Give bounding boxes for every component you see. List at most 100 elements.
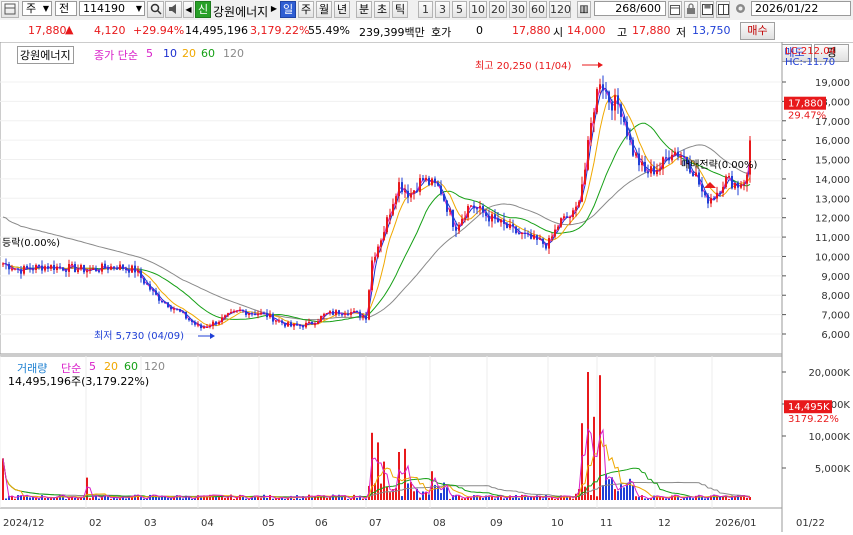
volume-bar xyxy=(620,484,622,500)
candle-body xyxy=(533,235,535,239)
candle-body xyxy=(104,263,106,269)
candle-body xyxy=(92,268,94,270)
x-tick-label: 08 xyxy=(433,518,446,529)
volume-bar xyxy=(125,498,127,500)
layout-menu-icon[interactable] xyxy=(1,1,19,18)
period-3[interactable]: 3 xyxy=(435,1,450,18)
market-select[interactable]: 주 ▼ xyxy=(22,1,52,16)
candle-body xyxy=(608,91,610,103)
candle-body xyxy=(389,214,391,218)
volume-bar xyxy=(362,498,364,500)
period-1[interactable]: 1 xyxy=(418,1,433,18)
x-tick-label: 05 xyxy=(262,518,275,529)
volume-bar xyxy=(182,498,184,500)
code-type-value: 전 xyxy=(59,2,70,15)
tab-tick[interactable]: 틱 xyxy=(392,1,408,18)
candle-body xyxy=(425,177,427,181)
candle-body xyxy=(113,266,115,268)
chart-canvas[interactable]: 19,00018,00017,00016,00015,00014,00013,0… xyxy=(0,41,853,532)
volume-bar xyxy=(548,497,550,500)
period-60[interactable]: 60 xyxy=(529,1,547,18)
price-legend-name[interactable]: 강원에너지 xyxy=(17,46,74,64)
candle-body xyxy=(359,311,361,318)
buy-button[interactable]: 매수 xyxy=(740,22,775,40)
candle-body xyxy=(644,161,646,172)
volume-bar xyxy=(635,496,637,500)
speaker-icon[interactable] xyxy=(165,1,182,18)
volume-bar xyxy=(140,497,142,500)
volume-bar xyxy=(269,494,271,500)
current-price-label: 17,880 xyxy=(788,99,823,110)
left-arrow-icon[interactable]: ◀ xyxy=(183,1,194,18)
volume-bar xyxy=(545,495,547,500)
candle-body xyxy=(722,187,724,193)
candle-body xyxy=(404,190,406,193)
period-10[interactable]: 10 xyxy=(469,1,487,18)
candle-body xyxy=(518,233,520,235)
candle-body xyxy=(71,264,73,266)
volume-bar xyxy=(572,498,574,500)
tab-year[interactable]: 년 xyxy=(334,1,350,18)
candle-body xyxy=(746,174,748,184)
save-icon[interactable] xyxy=(700,1,714,18)
candle-body xyxy=(437,183,439,186)
calendar-icon[interactable] xyxy=(668,1,682,18)
candle-body xyxy=(362,315,364,318)
volume-bar xyxy=(719,496,721,500)
right-arrow-icon[interactable]: ▶ xyxy=(270,1,278,18)
tab-week[interactable]: 주 xyxy=(298,1,314,18)
lock-icon[interactable] xyxy=(684,1,698,18)
candle-body xyxy=(368,290,370,320)
candle-body xyxy=(35,264,37,270)
period-120[interactable]: 120 xyxy=(549,1,571,18)
volume-bar xyxy=(410,482,412,500)
candle-body xyxy=(302,325,304,328)
candle-body xyxy=(233,311,235,313)
candle-body xyxy=(326,313,328,315)
volume-bar xyxy=(356,497,358,500)
volume-bar xyxy=(224,498,226,500)
chart-type-icon[interactable]: ▥ xyxy=(577,1,591,18)
code-type-select[interactable]: 전 xyxy=(55,1,77,16)
candle-body xyxy=(461,218,463,225)
candle-body xyxy=(728,175,730,177)
candle-body xyxy=(296,323,298,326)
tab-month[interactable]: 월 xyxy=(316,1,332,18)
candle-body xyxy=(200,324,202,329)
candle-body xyxy=(740,184,742,188)
period-20[interactable]: 20 xyxy=(489,1,507,18)
candle-body xyxy=(176,308,178,310)
candle-body xyxy=(407,190,409,198)
candle-body xyxy=(182,311,184,313)
candle-body xyxy=(314,324,316,326)
candle-body xyxy=(743,183,745,185)
price-legend-type: 종가 단순 xyxy=(94,49,138,62)
volume-bar xyxy=(65,499,67,500)
volume-bar xyxy=(164,496,166,500)
tab-second[interactable]: 초 xyxy=(374,1,390,18)
candle-body xyxy=(623,116,625,122)
data-count-input[interactable]: 268/600 xyxy=(594,1,666,16)
volume-bar xyxy=(482,497,484,500)
volume-bar xyxy=(272,498,274,500)
tab-day[interactable]: 일 xyxy=(280,1,296,18)
volume-tick-label: 5,000K xyxy=(815,464,851,475)
period-5[interactable]: 5 xyxy=(452,1,467,18)
candle-body xyxy=(692,172,694,177)
candle-body xyxy=(155,290,157,295)
candle-body xyxy=(83,265,85,273)
quote-bar: 17,880 ▲ 4,120 +29.94% 14,495,196 3,179.… xyxy=(0,20,853,62)
candle-body xyxy=(239,309,241,311)
price-change: 4,120 xyxy=(94,24,126,37)
candle-body xyxy=(380,240,382,247)
date-input[interactable]: 2026/01/22 xyxy=(751,1,851,16)
gear-icon[interactable] xyxy=(732,1,748,18)
volume-bar xyxy=(533,497,535,500)
period-30[interactable]: 30 xyxy=(509,1,527,18)
search-icon[interactable] xyxy=(147,1,164,18)
tab-minute[interactable]: 분 xyxy=(356,1,372,18)
split-icon[interactable] xyxy=(716,1,730,18)
x-tick-label: 2026/01 xyxy=(715,518,757,529)
stock-code-input[interactable]: 114190 ▼ xyxy=(79,1,145,16)
candle-body xyxy=(635,153,637,156)
